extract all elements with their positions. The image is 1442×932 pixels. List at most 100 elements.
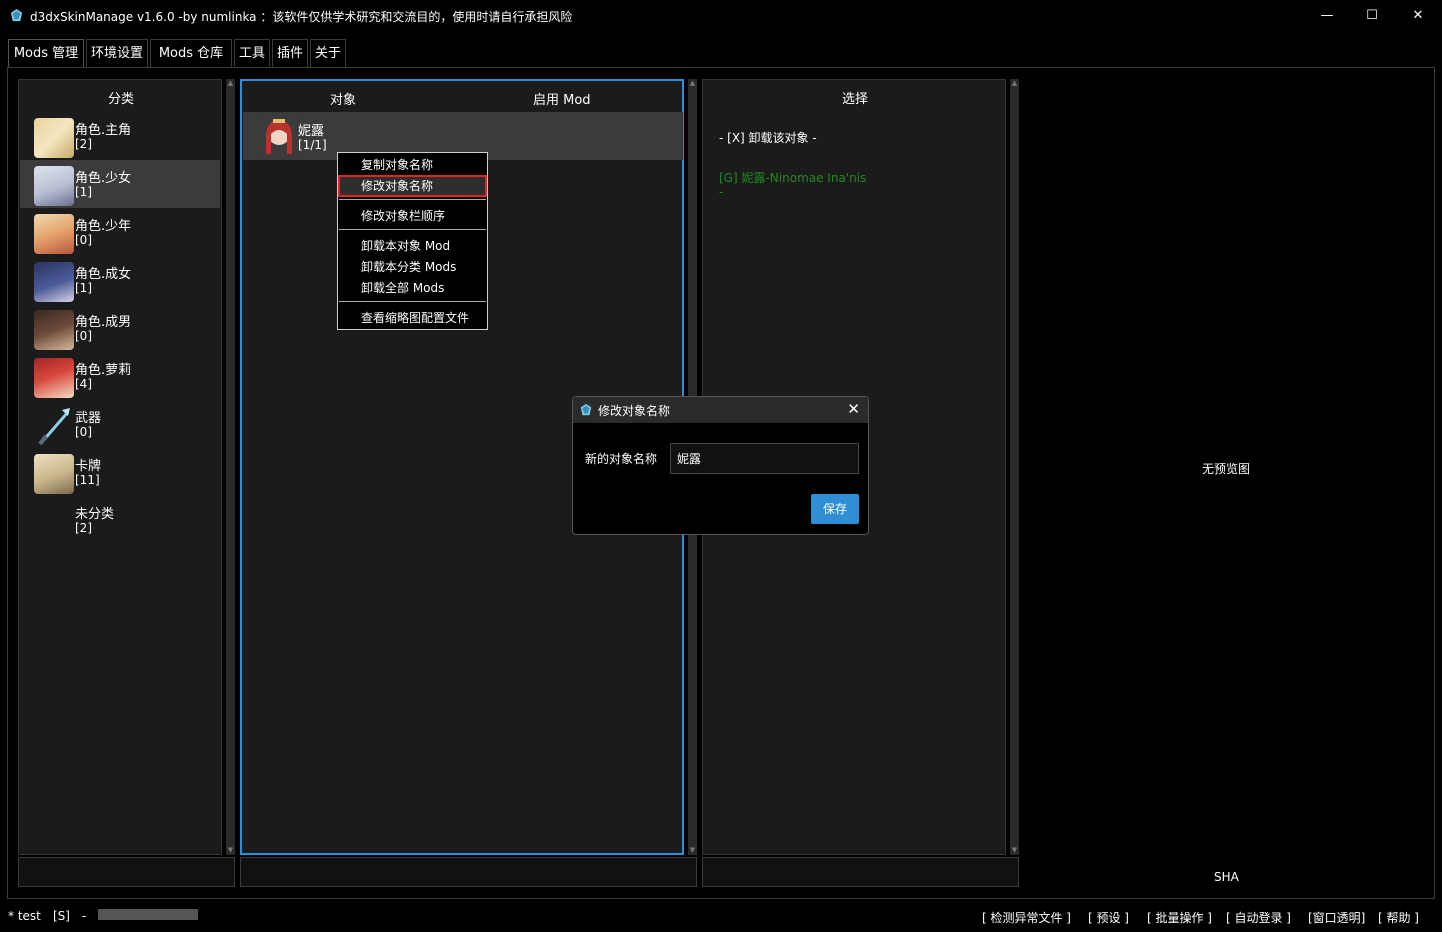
menu-view-thumbnail-config[interactable]: 查看缩略图配置文件 bbox=[339, 308, 486, 328]
menu-reorder-objects[interactable]: 修改对象栏顺序 bbox=[339, 206, 486, 226]
select-footer bbox=[702, 857, 1019, 887]
category-item[interactable]: 角色.少年 [0] bbox=[20, 208, 220, 256]
category-count: [2] bbox=[75, 521, 92, 535]
unload-object-option[interactable]: - [X] 卸载该对象 - bbox=[719, 129, 817, 146]
menu-unload-all-mods[interactable]: 卸载全部 Mods bbox=[339, 278, 486, 298]
object-context-menu: 复制对象名称 修改对象名称 修改对象栏顺序 卸载本对象 Mod 卸载本分类 Mo… bbox=[337, 152, 488, 330]
category-panel: 分类 角色.主角 [2] 角色.少女 [1] 角色.少年 [0] 角色.成女 [… bbox=[18, 79, 222, 855]
menu-separator bbox=[339, 301, 486, 302]
menu-copy-object-name[interactable]: 复制对象名称 bbox=[339, 155, 486, 175]
category-name: 卡牌 bbox=[75, 459, 102, 474]
scroll-down-icon[interactable]: ▼ bbox=[226, 846, 235, 855]
maximize-button[interactable]: ☐ bbox=[1349, 0, 1395, 31]
status-separator: - bbox=[82, 909, 87, 923]
status-server: [S] bbox=[53, 909, 70, 923]
batch-operations-link[interactable]: [ 批量操作 ] bbox=[1147, 909, 1212, 926]
scroll-up-icon[interactable]: ▲ bbox=[688, 79, 697, 88]
category-count: [4] bbox=[75, 377, 92, 391]
status-bar: * test [S] - [ 检测异常文件 ] [ 预设 ] [ 批量操作 ] … bbox=[0, 904, 1442, 928]
category-item[interactable]: 武器 [0] bbox=[20, 400, 220, 448]
scroll-down-icon[interactable]: ▼ bbox=[688, 846, 697, 855]
category-count: [2] bbox=[75, 137, 92, 151]
category-name: 未分类 bbox=[75, 507, 115, 522]
check-abnormal-files-link[interactable]: [ 检测异常文件 ] bbox=[982, 909, 1071, 926]
category-name: 角色.成女 bbox=[75, 267, 132, 282]
select-scrollbar[interactable]: ▲ ▼ bbox=[1010, 79, 1019, 855]
help-link[interactable]: [ 帮助 ] bbox=[1378, 909, 1419, 926]
scroll-down-icon[interactable]: ▼ bbox=[1010, 846, 1019, 855]
category-item[interactable]: 角色.成女 [1] bbox=[20, 256, 220, 304]
weapon-icon bbox=[38, 408, 70, 446]
dialog-title: 修改对象名称 bbox=[598, 404, 671, 418]
new-name-input[interactable] bbox=[670, 443, 859, 474]
menu-rename-object[interactable]: 修改对象名称 bbox=[338, 175, 487, 197]
object-name: 妮露 bbox=[298, 124, 325, 139]
category-count: [0] bbox=[75, 425, 92, 439]
category-name: 角色.成男 bbox=[75, 315, 132, 330]
menu-separator bbox=[339, 199, 486, 200]
status-progress-bar bbox=[98, 909, 198, 920]
dialog-title-bar[interactable]: 修改对象名称 ✕ bbox=[573, 397, 868, 423]
close-button[interactable]: ✕ bbox=[1395, 0, 1441, 31]
tab-about[interactable]: 关于 bbox=[310, 39, 346, 67]
select-header: 选择 bbox=[842, 92, 869, 107]
scroll-up-icon[interactable]: ▲ bbox=[1010, 79, 1019, 88]
category-name: 角色.少女 bbox=[75, 171, 132, 186]
category-count: [11] bbox=[75, 473, 100, 487]
app-logo-icon bbox=[580, 403, 592, 416]
category-name: 角色.少年 bbox=[75, 219, 132, 234]
window-title: d3dxSkinManage v1.6.0 -by numlinka ：该软件仅… bbox=[30, 10, 573, 24]
app-logo-icon bbox=[10, 8, 23, 22]
sha-label: SHA bbox=[1214, 870, 1239, 884]
tab-mods-manage[interactable]: Mods 管理 bbox=[8, 39, 84, 67]
mod-option-description: - bbox=[719, 185, 724, 199]
tab-tools[interactable]: 工具 bbox=[234, 39, 270, 67]
category-count: [1] bbox=[75, 281, 92, 295]
avatar bbox=[34, 454, 74, 494]
auto-login-link[interactable]: [ 自动登录 ] bbox=[1226, 909, 1291, 926]
rename-dialog: 修改对象名称 ✕ 新的对象名称 保存 bbox=[572, 396, 869, 535]
window-transparency-link[interactable]: [窗口透明] bbox=[1308, 909, 1365, 926]
presets-link[interactable]: [ 预设 ] bbox=[1088, 909, 1129, 926]
new-name-label: 新的对象名称 bbox=[585, 452, 658, 466]
category-item[interactable]: 角色.成男 [0] bbox=[20, 304, 220, 352]
menu-unload-category-mods[interactable]: 卸载本分类 Mods bbox=[339, 257, 486, 277]
avatar bbox=[34, 118, 74, 158]
save-button[interactable]: 保存 bbox=[811, 494, 859, 524]
category-item[interactable]: 角色.主角 [2] bbox=[20, 112, 220, 160]
tab-mods-repo[interactable]: Mods 仓库 bbox=[150, 39, 232, 67]
avatar bbox=[259, 116, 299, 156]
object-header[interactable]: 对象 bbox=[330, 89, 356, 108]
dialog-close-icon[interactable]: ✕ bbox=[847, 400, 860, 418]
avatar bbox=[34, 310, 74, 350]
category-count: [0] bbox=[75, 329, 92, 343]
object-footer bbox=[240, 857, 697, 887]
category-name: 武器 bbox=[75, 411, 102, 426]
category-item[interactable]: 角色.萝莉 [4] bbox=[20, 352, 220, 400]
title-bar[interactable]: d3dxSkinManage v1.6.0 -by numlinka ：该软件仅… bbox=[0, 0, 1442, 31]
category-count: [1] bbox=[75, 185, 92, 199]
scroll-up-icon[interactable]: ▲ bbox=[226, 79, 235, 88]
category-scrollbar[interactable]: ▲ ▼ bbox=[226, 79, 235, 855]
status-user: * test bbox=[8, 909, 41, 923]
avatar bbox=[34, 166, 74, 206]
menu-unload-object-mod[interactable]: 卸载本对象 Mod bbox=[339, 236, 486, 256]
avatar bbox=[34, 262, 74, 302]
category-name: 角色.萝莉 bbox=[75, 363, 132, 378]
tab-environment[interactable]: 环境设置 bbox=[86, 39, 148, 67]
category-item[interactable]: 未分类 [2] bbox=[20, 496, 220, 544]
category-item[interactable]: 角色.少女 [1] bbox=[20, 160, 220, 208]
mod-option[interactable]: [G] 妮露-Ninomae Ina'nis bbox=[719, 169, 866, 186]
avatar bbox=[34, 214, 74, 254]
no-preview-text: 无预览图 bbox=[1202, 462, 1251, 476]
object-count: [1/1] bbox=[298, 138, 327, 152]
minimize-button[interactable]: — bbox=[1304, 0, 1350, 31]
avatar bbox=[34, 358, 74, 398]
enabled-mod-header[interactable]: 启用 Mod bbox=[533, 89, 591, 108]
menu-separator bbox=[339, 229, 486, 230]
category-footer bbox=[18, 857, 235, 887]
category-name: 角色.主角 bbox=[75, 123, 132, 138]
tab-plugins[interactable]: 插件 bbox=[272, 39, 308, 67]
category-header: 分类 bbox=[108, 92, 135, 107]
category-item[interactable]: 卡牌 [11] bbox=[20, 448, 220, 496]
